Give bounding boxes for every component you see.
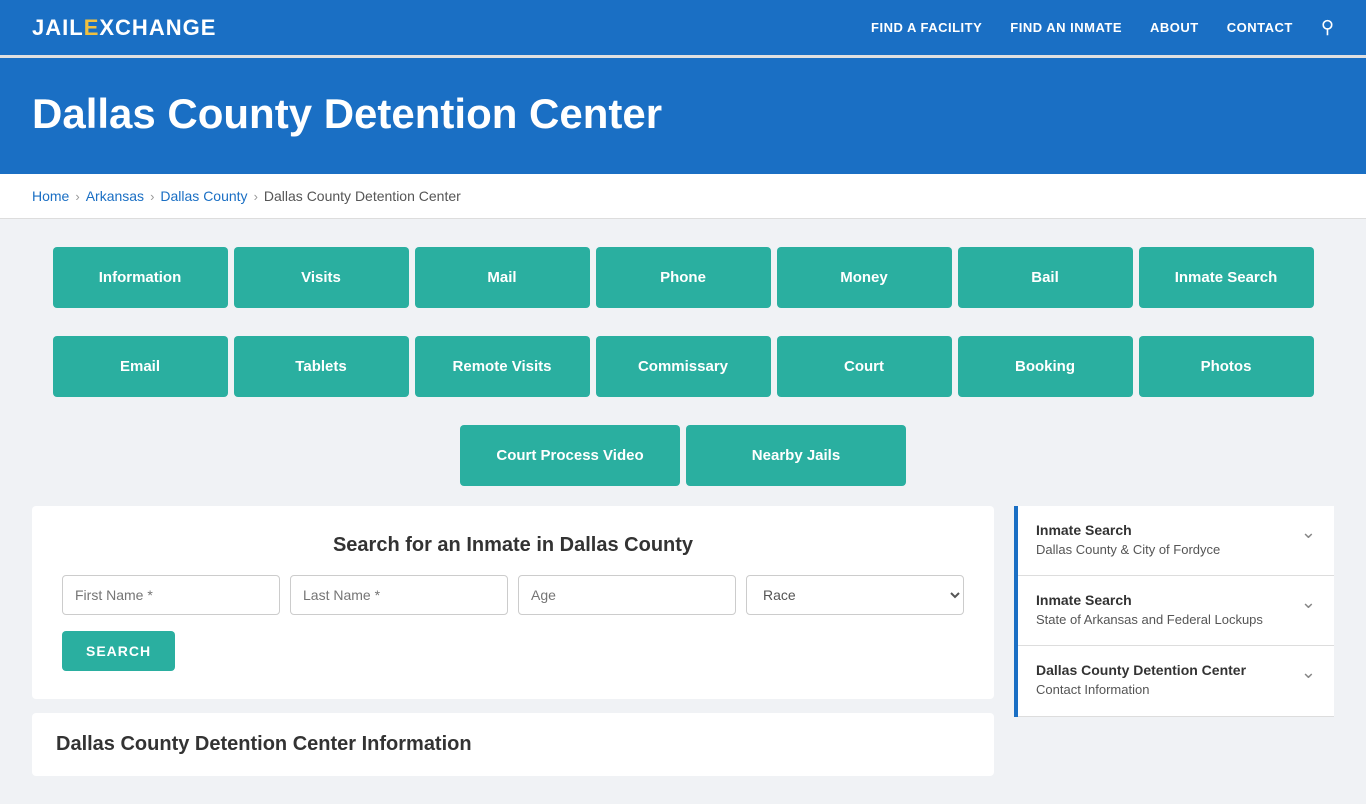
btn-court[interactable]: Court	[777, 336, 952, 397]
grid-row-2: Email Tablets Remote Visits Commissary C…	[32, 336, 1334, 397]
navbar: JAILEXCHANGE FIND A FACILITY FIND AN INM…	[0, 0, 1366, 58]
first-name-input[interactable]	[62, 575, 280, 615]
sidebar-item-1-text: Inmate Search Dallas County & City of Fo…	[1036, 522, 1291, 559]
sidebar-item-3-sub: Contact Information	[1036, 681, 1291, 699]
btn-tablets[interactable]: Tablets	[234, 336, 409, 397]
hero-section: Dallas County Detention Center	[0, 58, 1366, 174]
info-title: Dallas County Detention Center Informati…	[56, 733, 970, 756]
btn-remote-visits[interactable]: Remote Visits	[415, 336, 590, 397]
logo-xchange: XCHANGE	[99, 15, 216, 40]
info-section: Dallas County Detention Center Informati…	[32, 713, 994, 776]
sidebar-item-3[interactable]: Dallas County Detention Center Contact I…	[1018, 646, 1334, 716]
sidebar-item-3-text: Dallas County Detention Center Contact I…	[1036, 662, 1291, 699]
sidebar-item-2[interactable]: Inmate Search State of Arkansas and Fede…	[1018, 576, 1334, 646]
breadcrumb: Home › Arkansas › Dallas County › Dallas…	[0, 174, 1366, 219]
last-name-input[interactable]	[290, 575, 508, 615]
search-icon[interactable]: ⚲	[1321, 17, 1334, 38]
sidebar-item-2-title: Inmate Search	[1036, 592, 1291, 608]
race-select[interactable]: Race	[746, 575, 964, 615]
nav-links: FIND A FACILITY FIND AN INMATE ABOUT CON…	[871, 17, 1334, 38]
btn-inmate-search[interactable]: Inmate Search	[1139, 247, 1314, 308]
page-title: Dallas County Detention Center	[32, 90, 1334, 138]
chevron-down-icon-1: ⌄	[1301, 522, 1316, 543]
search-button[interactable]: SEARCH	[62, 631, 175, 671]
breadcrumb-home[interactable]: Home	[32, 188, 69, 204]
inmate-search-panel: Search for an Inmate in Dallas County Ra…	[32, 506, 994, 699]
nav-find-facility[interactable]: FIND A FACILITY	[871, 20, 982, 35]
sidebar-item-1-sub: Dallas County & City of Fordyce	[1036, 541, 1291, 559]
search-title: Search for an Inmate in Dallas County	[62, 534, 964, 557]
btn-mail[interactable]: Mail	[415, 247, 590, 308]
btn-email[interactable]: Email	[53, 336, 228, 397]
sidebar: Inmate Search Dallas County & City of Fo…	[1014, 506, 1334, 717]
sidebar-item-2-sub: State of Arkansas and Federal Lockups	[1036, 611, 1291, 629]
age-input[interactable]	[518, 575, 736, 615]
btn-photos[interactable]: Photos	[1139, 336, 1314, 397]
logo-ex: E	[84, 15, 100, 40]
btn-nearby-jails[interactable]: Nearby Jails	[686, 425, 906, 486]
btn-booking[interactable]: Booking	[958, 336, 1133, 397]
btn-court-process-video[interactable]: Court Process Video	[460, 425, 680, 486]
grid-row-1: Information Visits Mail Phone Money Bail…	[32, 247, 1334, 308]
sidebar-item-1-title: Inmate Search	[1036, 522, 1291, 538]
breadcrumb-arkansas[interactable]: Arkansas	[86, 188, 144, 204]
nav-find-inmate[interactable]: FIND AN INMATE	[1010, 20, 1122, 35]
sidebar-item-1[interactable]: Inmate Search Dallas County & City of Fo…	[1018, 506, 1334, 576]
main-content: Information Visits Mail Phone Money Bail…	[0, 219, 1366, 804]
btn-information[interactable]: Information	[53, 247, 228, 308]
sidebar-item-2-text: Inmate Search State of Arkansas and Fede…	[1036, 592, 1291, 629]
site-logo[interactable]: JAILEXCHANGE	[32, 15, 216, 41]
btn-phone[interactable]: Phone	[596, 247, 771, 308]
breadcrumb-current: Dallas County Detention Center	[264, 188, 461, 204]
content-area: Search for an Inmate in Dallas County Ra…	[32, 506, 1334, 776]
btn-money[interactable]: Money	[777, 247, 952, 308]
grid-row-3: Court Process Video Nearby Jails	[32, 425, 1334, 486]
btn-visits[interactable]: Visits	[234, 247, 409, 308]
btn-commissary[interactable]: Commissary	[596, 336, 771, 397]
nav-contact[interactable]: CONTACT	[1227, 20, 1293, 35]
breadcrumb-dallas-county[interactable]: Dallas County	[160, 188, 247, 204]
breadcrumb-sep-2: ›	[150, 189, 154, 204]
btn-bail[interactable]: Bail	[958, 247, 1133, 308]
search-fields: Race	[62, 575, 964, 615]
nav-about[interactable]: ABOUT	[1150, 20, 1199, 35]
breadcrumb-sep-3: ›	[254, 189, 258, 204]
logo-jail: JAIL	[32, 15, 84, 40]
sidebar-item-3-title: Dallas County Detention Center	[1036, 662, 1291, 678]
chevron-down-icon-2: ⌄	[1301, 592, 1316, 613]
chevron-down-icon-3: ⌄	[1301, 662, 1316, 683]
breadcrumb-sep-1: ›	[75, 189, 79, 204]
